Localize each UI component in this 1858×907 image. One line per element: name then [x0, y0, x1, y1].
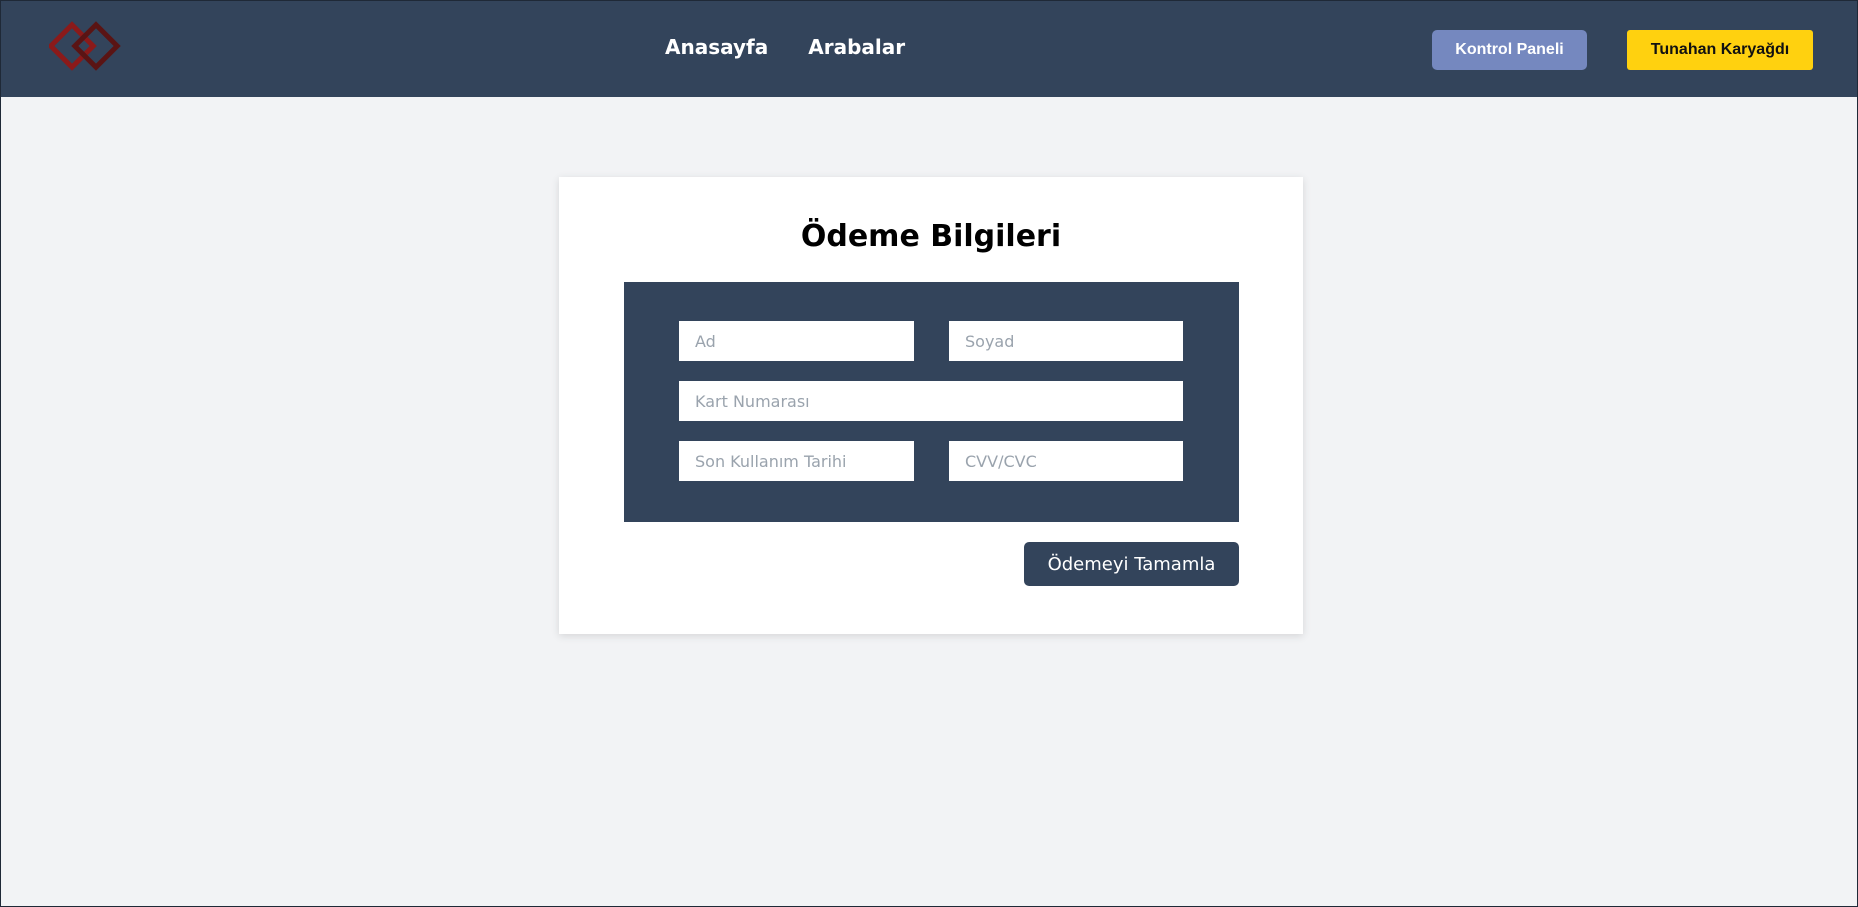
expiry-date-input[interactable]: [679, 441, 914, 481]
card-number-input[interactable]: [679, 381, 1183, 421]
logo-icon[interactable]: [49, 21, 131, 77]
first-name-input[interactable]: [679, 321, 914, 361]
complete-payment-button[interactable]: Ödemeyi Tamamla: [1024, 542, 1239, 586]
last-name-input[interactable]: [949, 321, 1183, 361]
nav-link-home[interactable]: Anasayfa: [665, 35, 768, 59]
navbar: Anasayfa Arabalar Kontrol Paneli Tunahan…: [1, 1, 1857, 97]
payment-form: [624, 282, 1239, 522]
main-nav: Anasayfa Arabalar: [665, 35, 905, 59]
nav-link-cars[interactable]: Arabalar: [808, 35, 905, 59]
payment-card: Ödeme Bilgileri Ödemeyi Tamamla: [559, 177, 1303, 634]
user-menu-button[interactable]: Tunahan Karyağdı: [1627, 30, 1813, 70]
page-title: Ödeme Bilgileri: [800, 219, 1062, 254]
cvv-input[interactable]: [949, 441, 1183, 481]
control-panel-button[interactable]: Kontrol Paneli: [1432, 30, 1587, 70]
